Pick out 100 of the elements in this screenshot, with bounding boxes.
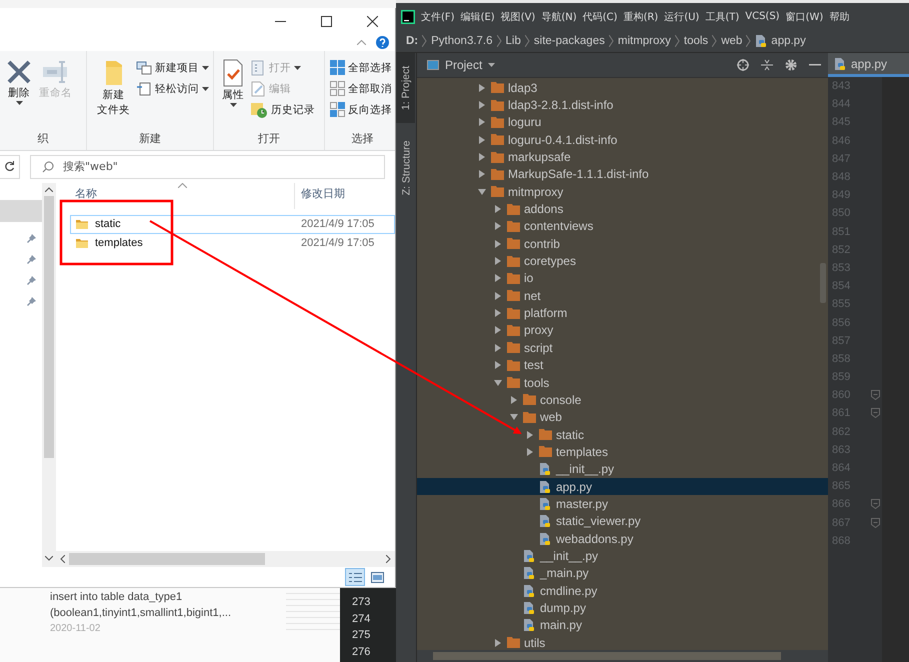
ribbon-button[interactable]: 删除 [4, 56, 34, 130]
tree-row[interactable]: cmdline.py [416, 582, 828, 600]
ribbon-button[interactable]: 全部选择 [329, 58, 393, 77]
ribbon-button[interactable]: 历史记录 [249, 100, 316, 119]
collapsed-arrow-icon[interactable] [492, 638, 503, 648]
tree-row[interactable]: MarkupSafe-1.1.1.dist-info [416, 166, 828, 184]
tree-row[interactable]: contrib [416, 235, 828, 252]
breadcrumb[interactable]: tools [684, 35, 708, 47]
collapsed-arrow-icon[interactable] [492, 273, 503, 284]
file-row[interactable]: static 2021/4/9 17:05 [70, 214, 395, 234]
collapsed-arrow-icon[interactable] [492, 221, 503, 232]
scroll-down-icon[interactable] [45, 556, 53, 562]
tree-row[interactable]: _main.py [416, 564, 828, 582]
tree-row[interactable]: console [416, 391, 828, 409]
fold-marker-icon[interactable] [871, 408, 880, 418]
tree-row[interactable]: main.py [416, 616, 828, 634]
tree-row[interactable]: net [416, 287, 828, 304]
ribbon-button[interactable]: 轻松访问 [135, 80, 210, 98]
tree-row[interactable]: templates [416, 443, 828, 461]
tree-row[interactable]: __init__.py [416, 547, 828, 565]
refresh-button[interactable] [0, 154, 20, 179]
tree-row[interactable]: contentviews [416, 218, 828, 236]
ribbon-button[interactable]: 新建项目 [135, 58, 210, 77]
breadcrumb[interactable]: Lib [506, 35, 521, 47]
tree-row[interactable]: loguru-0.4.1.dist-info [416, 131, 828, 148]
collapsed-arrow-icon[interactable] [492, 290, 503, 301]
tree-row[interactable]: coretypes [416, 252, 828, 270]
menu-item[interactable]: VCS(S) [745, 11, 780, 22]
scroll-up-icon[interactable] [45, 186, 53, 192]
pin-icon[interactable] [27, 234, 36, 243]
scrollbar-thumb[interactable] [69, 553, 265, 566]
breadcrumb[interactable]: web [721, 35, 742, 47]
pin-icon[interactable] [27, 296, 36, 306]
fold-marker-icon[interactable] [871, 499, 880, 510]
ribbon-button[interactable]: 反向选择 [329, 100, 393, 119]
file-row[interactable]: templates 2021/4/9 17:05 [70, 234, 395, 253]
panel-title-button[interactable]: Project [426, 58, 496, 72]
pin-icon[interactable] [27, 276, 36, 285]
expanded-arrow-icon[interactable] [476, 186, 487, 197]
collapsed-arrow-icon[interactable] [476, 152, 487, 162]
collapsed-arrow-icon[interactable] [524, 430, 535, 440]
collapsed-arrow-icon[interactable] [492, 360, 503, 370]
tree-row[interactable]: proxy [416, 322, 828, 340]
breadcrumb[interactable]: site-packages [534, 35, 605, 47]
breadcrumb[interactable]: app.py [755, 34, 806, 48]
collapsed-arrow-icon[interactable] [492, 256, 503, 266]
tree-row[interactable]: static [416, 426, 828, 444]
scrollbar-thumb[interactable] [820, 263, 826, 303]
expanded-arrow-icon[interactable] [492, 378, 503, 388]
collapsed-arrow-icon[interactable] [492, 238, 503, 249]
ribbon-button[interactable]: 新建 文件夹 [95, 56, 132, 130]
collapsed-arrow-icon[interactable] [476, 82, 487, 93]
pin-icon[interactable] [27, 254, 36, 264]
scrollbar-thumb[interactable] [44, 196, 54, 458]
collapsed-arrow-icon[interactable] [492, 342, 503, 353]
tree-row[interactable]: loguru [416, 114, 828, 132]
scrollbar-thumb[interactable] [432, 652, 781, 660]
menu-item[interactable]: 重构(R) [623, 10, 658, 24]
tree-row[interactable]: mitmproxy [416, 183, 828, 200]
menu-item[interactable]: 工具(T) [705, 10, 740, 24]
details-view-button[interactable] [345, 568, 365, 586]
tree-row[interactable]: ldap3 [416, 79, 828, 96]
help-icon[interactable] [376, 36, 389, 50]
side-tab[interactable]: 1: Project [396, 53, 416, 123]
menu-item[interactable]: 编辑(E) [460, 10, 495, 24]
tree-row[interactable]: __init__.py [416, 460, 828, 478]
collapsed-arrow-icon[interactable] [508, 394, 519, 405]
tree-row[interactable]: static_viewer.py [416, 512, 828, 530]
fold-marker-icon[interactable] [871, 518, 880, 528]
breadcrumb[interactable]: Python3.7.6 [431, 35, 493, 47]
collapse-ribbon-icon[interactable] [357, 40, 366, 46]
ribbon-button[interactable]: 全部取消 [329, 80, 393, 98]
tree-row[interactable]: ldap3-2.8.1.dist-info [416, 96, 828, 114]
collapsed-arrow-icon[interactable] [492, 308, 503, 318]
collapsed-arrow-icon[interactable] [476, 100, 487, 110]
collapsed-arrow-icon[interactable] [492, 325, 503, 336]
menu-item[interactable]: 视图(V) [500, 10, 536, 24]
column-header[interactable]: 修改日期 [295, 182, 395, 209]
tree-row[interactable]: web [416, 408, 828, 426]
menu-item[interactable]: 窗口(W) [786, 10, 824, 24]
scroll-right-icon[interactable] [386, 555, 391, 564]
breadcrumb[interactable]: D: [406, 35, 418, 47]
menu-item[interactable]: 运行(U) [664, 10, 700, 24]
tree-row[interactable]: test [416, 356, 828, 374]
tree-row[interactable]: app.py [416, 478, 828, 496]
collapsed-arrow-icon[interactable] [476, 169, 487, 180]
editor-tab[interactable]: app.py [828, 53, 909, 77]
search-field[interactable]: 搜索"web" [30, 154, 385, 179]
tree-row[interactable]: dump.py [416, 599, 828, 617]
tree-row[interactable]: markupsafe [416, 148, 828, 166]
breadcrumb[interactable]: mitmproxy [618, 35, 671, 47]
tree-row[interactable]: master.py [416, 495, 828, 513]
scroll-left-icon[interactable] [60, 555, 65, 564]
column-header[interactable]: 名称 [56, 182, 295, 209]
menu-item[interactable]: 导航(N) [541, 10, 577, 24]
tree-row[interactable]: tools [416, 374, 828, 392]
collapsed-arrow-icon[interactable] [476, 117, 487, 128]
fold-marker-icon[interactable] [871, 390, 880, 400]
expanded-arrow-icon[interactable] [508, 412, 519, 422]
tree-row[interactable]: script [416, 339, 828, 356]
